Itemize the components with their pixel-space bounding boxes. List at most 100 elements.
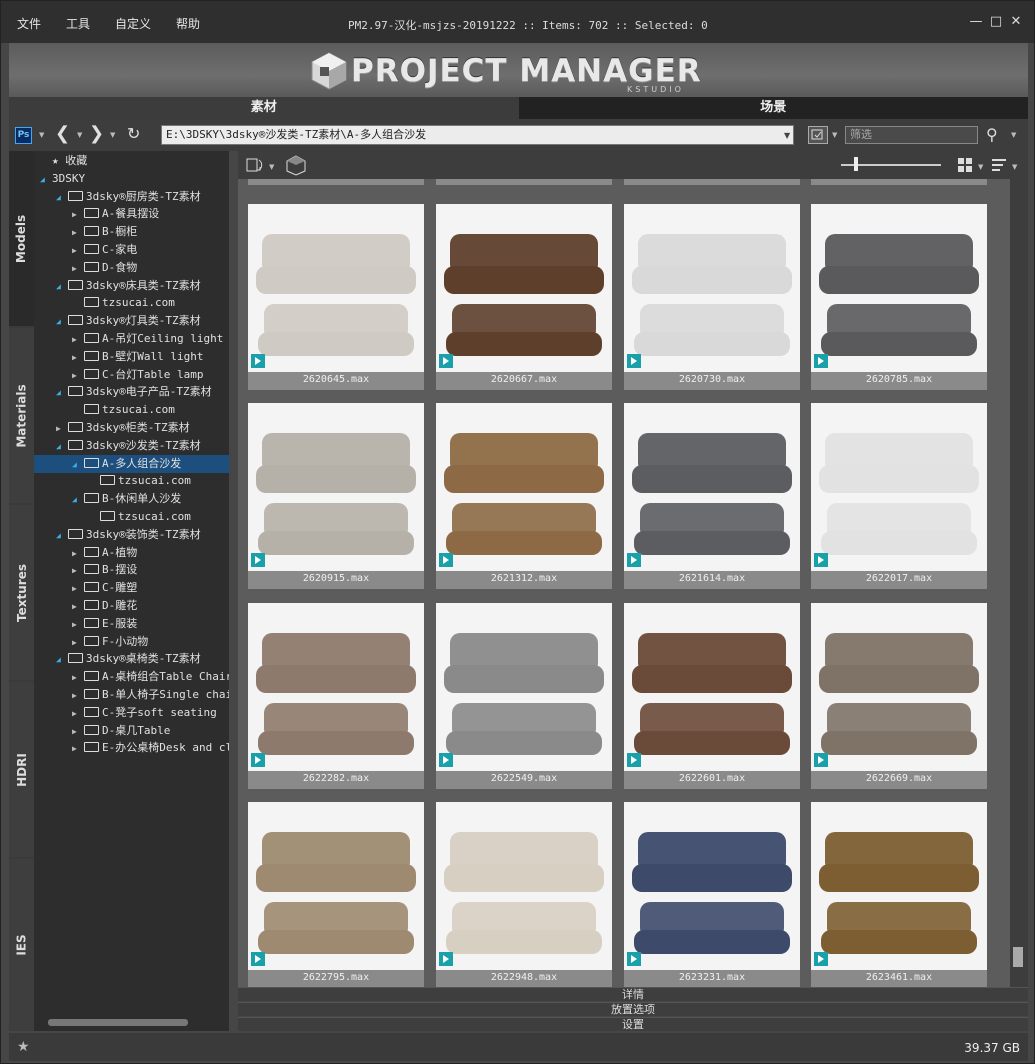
filter-dropdown-icon[interactable]: ▼ bbox=[832, 131, 837, 139]
collapsed-arrow-icon[interactable]: ▶ bbox=[72, 260, 84, 278]
expanded-arrow-icon[interactable]: ◢ bbox=[56, 438, 68, 456]
grid-view-icon[interactable] bbox=[956, 156, 976, 176]
tree-item[interactable]: ◢ 3dsky®沙发类-TZ素材 bbox=[34, 437, 229, 455]
tree-item[interactable]: ◢ 3dsky®灯具类-TZ素材 bbox=[34, 312, 229, 330]
collapsed-arrow-icon[interactable]: ▶ bbox=[56, 420, 68, 438]
collapsed-arrow-icon[interactable]: ▶ bbox=[72, 598, 84, 616]
model-thumbnail[interactable]: 2620915.max bbox=[248, 403, 424, 589]
tree-item[interactable]: ▶ B-橱柜 bbox=[34, 223, 229, 241]
model-thumbnail[interactable]: 2623461.max bbox=[811, 802, 987, 987]
tree-item[interactable]: ▶ A-植物 bbox=[34, 544, 229, 562]
tree-item[interactable]: ▶ C-凳子soft seating bbox=[34, 704, 229, 722]
sort-dropdown-icon[interactable]: ▼ bbox=[1012, 163, 1017, 171]
tree-item[interactable]: ▶ E-服装 bbox=[34, 615, 229, 633]
tree-item[interactable]: tzsucai.com bbox=[34, 472, 229, 490]
collapsed-arrow-icon[interactable]: ▶ bbox=[72, 367, 84, 385]
tree-item[interactable]: ◢ 3dsky®装饰类-TZ素材 bbox=[34, 526, 229, 544]
model-thumbnail[interactable]: 2622795.max bbox=[248, 802, 424, 987]
model-thumbnail[interactable]: 2622948.max bbox=[436, 802, 612, 987]
tree-item[interactable]: ▶ C-家电 bbox=[34, 241, 229, 259]
ps-dropdown-icon[interactable]: ▼ bbox=[39, 131, 44, 139]
model-thumbnail[interactable]: 2621614.max bbox=[624, 403, 800, 589]
partial-thumbnail[interactable]: 2619951.max bbox=[248, 179, 424, 185]
collapsed-arrow-icon[interactable]: ▶ bbox=[72, 634, 84, 652]
collapsed-arrow-icon[interactable]: ▶ bbox=[72, 705, 84, 723]
tree-item[interactable]: ▶ B-单人椅子Single chai bbox=[34, 686, 229, 704]
tree-item[interactable]: ▶ B-摆设 bbox=[34, 561, 229, 579]
model-thumbnail[interactable]: 2622669.max bbox=[811, 603, 987, 789]
tree-item[interactable]: ▶ D-桌几Table bbox=[34, 722, 229, 740]
menu-customize[interactable]: 自定义 bbox=[115, 15, 151, 32]
vtab-textures[interactable]: Textures bbox=[9, 505, 34, 680]
tab-assets[interactable]: 素材 bbox=[9, 97, 519, 119]
collapsed-arrow-icon[interactable]: ▶ bbox=[72, 740, 84, 758]
model-thumbnail[interactable]: 2622549.max bbox=[436, 603, 612, 789]
collapsed-arrow-icon[interactable]: ▶ bbox=[72, 242, 84, 260]
package-icon[interactable] bbox=[285, 154, 307, 176]
tree-item[interactable]: ▶ A-餐具摆设 bbox=[34, 205, 229, 223]
model-thumbnail[interactable]: 2622282.max bbox=[248, 603, 424, 789]
maximize-icon[interactable]: □ bbox=[988, 14, 1004, 30]
tree-item[interactable]: ▶ D-雕花 bbox=[34, 597, 229, 615]
model-thumbnail[interactable]: 2620785.max bbox=[811, 204, 987, 390]
partial-thumbnail[interactable]: 2620641.max bbox=[624, 179, 800, 185]
tree-item[interactable]: ▶ F-小动物 bbox=[34, 633, 229, 651]
expanded-arrow-icon[interactable]: ◢ bbox=[56, 651, 68, 669]
expanded-arrow-icon[interactable]: ◢ bbox=[72, 456, 84, 474]
expanded-arrow-icon[interactable]: ◢ bbox=[56, 527, 68, 545]
collapsed-arrow-icon[interactable]: ▶ bbox=[72, 616, 84, 634]
collapsed-arrow-icon[interactable]: ▶ bbox=[72, 545, 84, 563]
sync-dropdown-icon[interactable]: ▼ bbox=[269, 163, 274, 171]
vtab-materials[interactable]: Materials bbox=[9, 328, 34, 503]
collapsed-arrow-icon[interactable]: ▶ bbox=[72, 349, 84, 367]
tree-item[interactable]: ▶ E-办公桌椅Desk and cl bbox=[34, 739, 229, 757]
close-icon[interactable]: ✕ bbox=[1008, 14, 1024, 30]
forward-icon[interactable]: ❯ bbox=[89, 124, 104, 144]
path-dropdown-icon[interactable]: ▼ bbox=[784, 131, 790, 140]
collapsed-arrow-icon[interactable]: ▶ bbox=[72, 669, 84, 687]
partial-thumbnail[interactable]: 2619952.max bbox=[436, 179, 612, 185]
model-thumbnail[interactable]: 2622601.max bbox=[624, 603, 800, 789]
search-icon[interactable]: ⚲ bbox=[986, 125, 998, 144]
grid-scrollbar-thumb[interactable] bbox=[1013, 947, 1023, 967]
vtab-models[interactable]: Models bbox=[9, 151, 34, 326]
collapsed-arrow-icon[interactable]: ▶ bbox=[72, 723, 84, 741]
path-input[interactable]: E:\3DSKY\3dsky®沙发类-TZ素材\A-多人组合沙发 bbox=[161, 125, 794, 145]
menu-tools[interactable]: 工具 bbox=[66, 15, 90, 32]
back-dropdown-icon[interactable]: ▼ bbox=[77, 131, 82, 139]
tree-item[interactable]: ▶ C-台灯Table lamp bbox=[34, 366, 229, 384]
tree-item[interactable]: ▶ D-食物 bbox=[34, 259, 229, 277]
collapsed-arrow-icon[interactable]: ▶ bbox=[72, 687, 84, 705]
tree-item[interactable]: ◢ 3dsky®床具类-TZ素材 bbox=[34, 277, 229, 295]
forward-dropdown-icon[interactable]: ▼ bbox=[110, 131, 115, 139]
tree-item[interactable]: ◢ 3dsky®电子产品-TZ素材 bbox=[34, 383, 229, 401]
expanded-arrow-icon[interactable]: ◢ bbox=[56, 189, 68, 207]
star-icon[interactable]: ★ bbox=[17, 1039, 30, 1055]
sort-icon[interactable] bbox=[990, 156, 1010, 176]
tree-item[interactable]: tzsucai.com bbox=[34, 294, 229, 312]
tree-horizontal-scrollbar[interactable] bbox=[48, 1019, 188, 1026]
tree-item[interactable]: tzsucai.com bbox=[34, 401, 229, 419]
expanded-arrow-icon[interactable]: ◢ bbox=[56, 313, 68, 331]
tab-scenes[interactable]: 场景 bbox=[518, 97, 1028, 119]
expanded-arrow-icon[interactable]: ◢ bbox=[56, 384, 68, 402]
model-thumbnail[interactable]: 2620645.max bbox=[248, 204, 424, 390]
tree-item[interactable]: ◢ B-休闲单人沙发 bbox=[34, 490, 229, 508]
model-thumbnail[interactable]: 2622017.max bbox=[811, 403, 987, 589]
menu-help[interactable]: 帮助 bbox=[176, 15, 200, 32]
model-thumbnail[interactable]: 2621312.max bbox=[436, 403, 612, 589]
details-panel-header[interactable]: 详情 bbox=[238, 987, 1028, 1001]
settings-panel-header[interactable]: 设置 bbox=[238, 1017, 1028, 1031]
model-thumbnail[interactable]: 2620730.max bbox=[624, 204, 800, 390]
vtab-hdri[interactable]: HDRI bbox=[9, 682, 34, 857]
refresh-icon[interactable]: ↻ bbox=[127, 124, 140, 144]
tree-item[interactable]: ★ 收藏 bbox=[34, 152, 229, 170]
tree-item[interactable]: ▶ A-桌椅组合Table Chair bbox=[34, 668, 229, 686]
model-thumbnail[interactable]: 2623231.max bbox=[624, 802, 800, 987]
sync-icon[interactable] bbox=[244, 154, 268, 176]
expanded-arrow-icon[interactable]: ◢ bbox=[56, 278, 68, 296]
tree-item[interactable]: ▶ C-雕塑 bbox=[34, 579, 229, 597]
filter-toggle-icon[interactable] bbox=[808, 126, 828, 144]
placement-options-panel-header[interactable]: 放置选项 bbox=[238, 1002, 1028, 1016]
tree-item[interactable]: ◢ 3dsky®桌椅类-TZ素材 bbox=[34, 650, 229, 668]
